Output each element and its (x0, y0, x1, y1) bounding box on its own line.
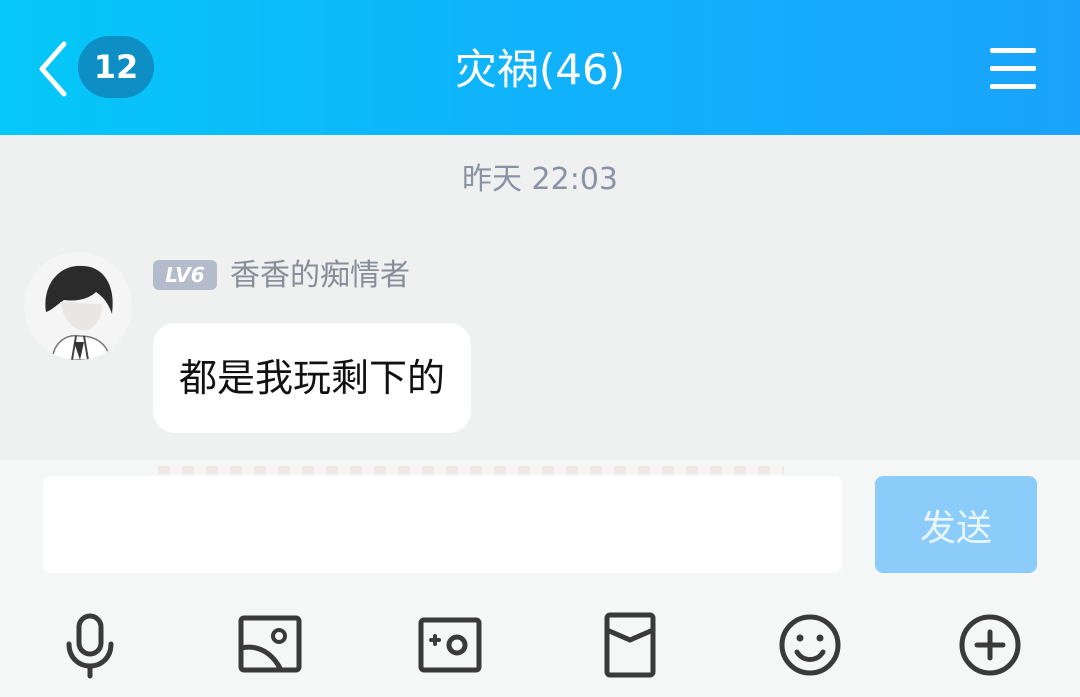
message-bubble[interactable]: 都是我玩剩下的 (153, 323, 472, 433)
menu-button[interactable] (990, 46, 1040, 90)
menu-icon (990, 48, 1036, 53)
level-badge: LV6 (153, 260, 217, 290)
add-icon[interactable] (955, 610, 1025, 680)
user-avatar-icon (24, 252, 132, 360)
message-input[interactable] (43, 476, 842, 573)
send-button[interactable]: 发送 (875, 476, 1037, 573)
input-panel: 发送 (0, 460, 1080, 697)
avatar[interactable] (24, 252, 132, 360)
header-bar: 12 灾祸(46) (0, 0, 1080, 135)
microphone-icon[interactable] (55, 610, 125, 680)
emoji-icon[interactable] (775, 610, 845, 680)
camera-icon[interactable] (415, 610, 485, 680)
chat-title: 灾祸(46) (454, 45, 626, 94)
image-icon[interactable] (235, 610, 305, 680)
red-packet-icon[interactable] (595, 610, 665, 680)
message-timestamp: 昨天 22:03 (462, 162, 618, 197)
sender-name[interactable]: 香香的痴情者 (230, 256, 410, 296)
partial-message-edge (158, 466, 784, 474)
